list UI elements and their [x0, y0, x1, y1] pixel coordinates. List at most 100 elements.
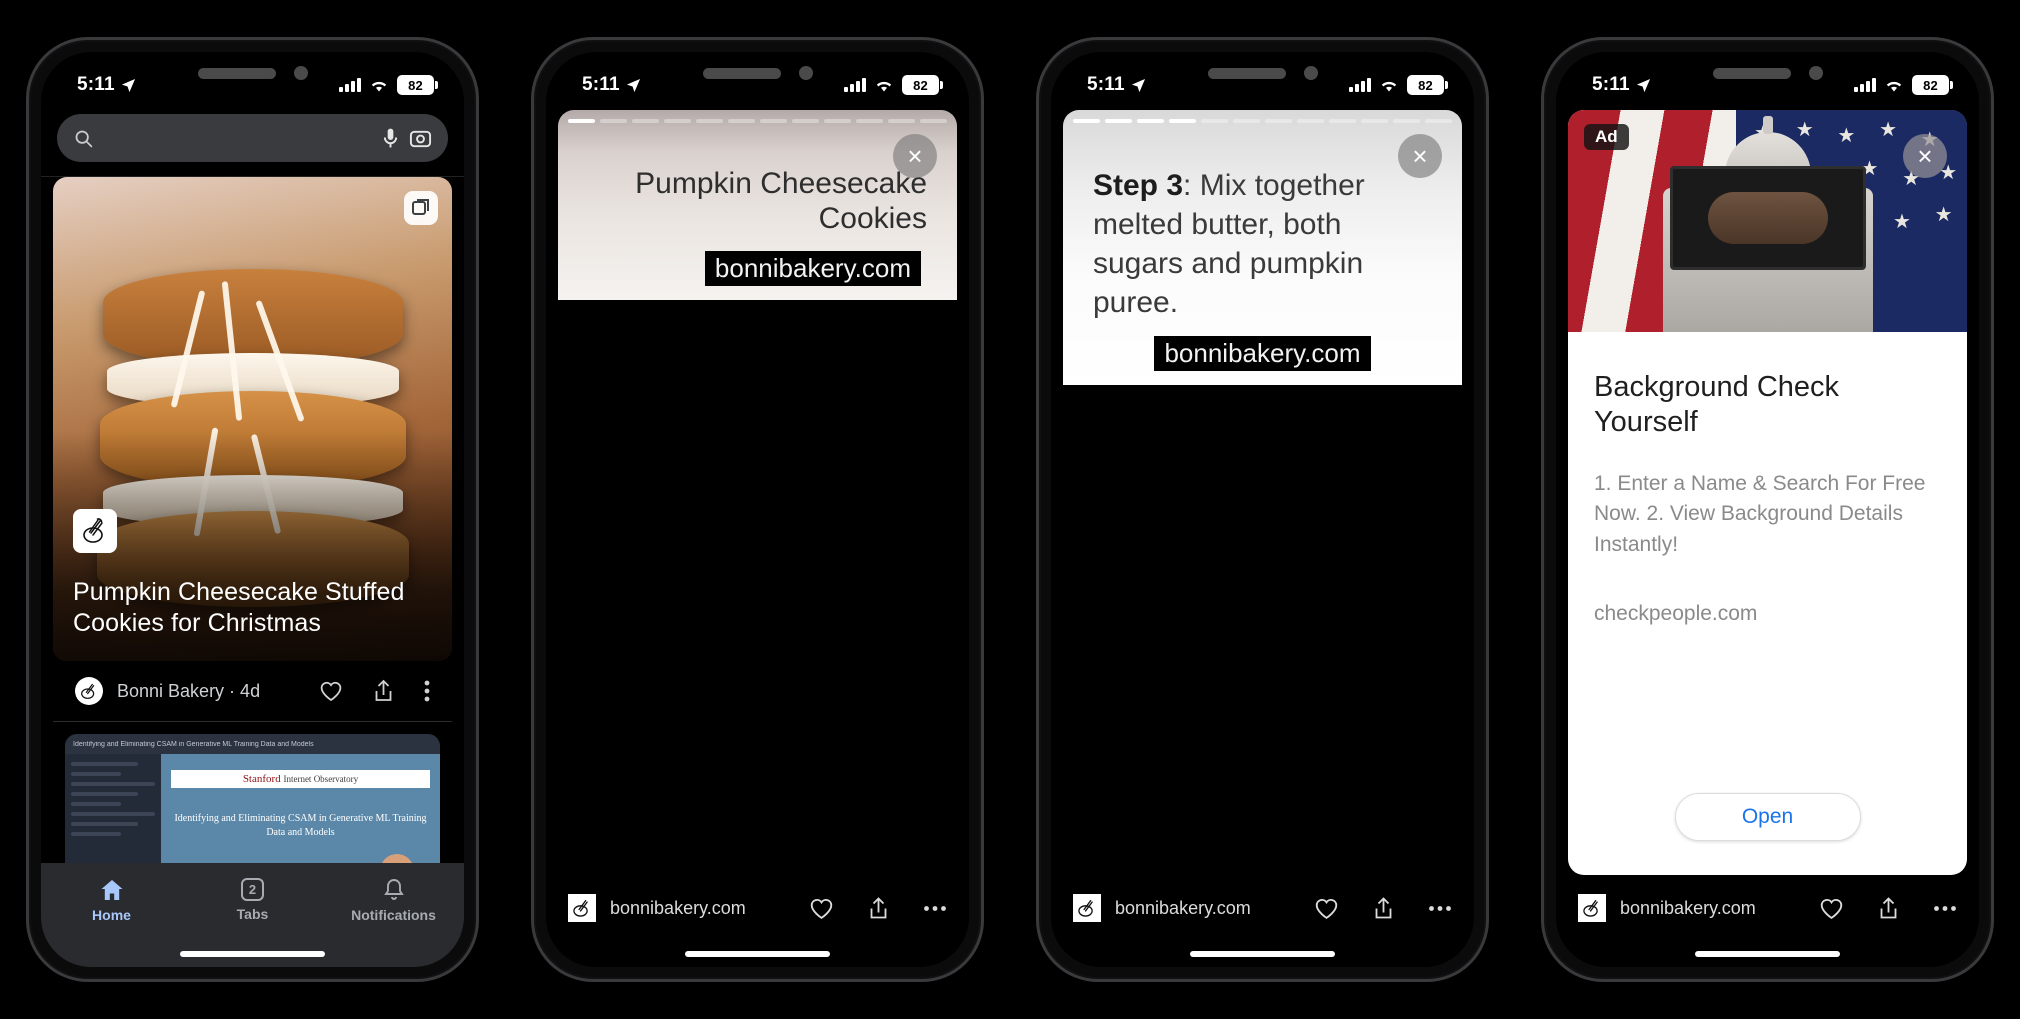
dynamic-island: [1712, 66, 1823, 80]
story-step-label: Step 3: [1093, 169, 1184, 202]
power-button[interactable]: [476, 270, 479, 360]
volume-down-button[interactable]: [26, 322, 29, 378]
camera-lens-icon[interactable]: [409, 127, 432, 150]
divider: [53, 721, 452, 722]
home-indicator[interactable]: [1556, 941, 1979, 967]
slide-brand-name: Stanford: [242, 773, 281, 785]
speaker-slot: [1207, 67, 1286, 79]
status-left: 5:11: [582, 74, 641, 96]
phone-2-web-story-title: 5:11 82 × Pumpkin Cheesecake Cookies bon…: [531, 37, 984, 982]
heart-icon[interactable]: [1314, 897, 1339, 920]
tab-tabs-label: Tabs: [236, 906, 269, 922]
speaker-slot: [702, 67, 781, 79]
ad-card[interactable]: Ad × ★★ ★★ ★★ ★★ ★★ ★★ ★★ ★: [1568, 110, 1967, 875]
status-left: 5:11: [77, 74, 136, 96]
heart-icon[interactable]: [319, 680, 343, 702]
share-icon[interactable]: [1373, 896, 1394, 921]
share-icon[interactable]: [373, 679, 394, 703]
status-bar: 5:11 82: [1556, 52, 1979, 110]
story-site-name: bonnibakery.com: [610, 897, 746, 918]
battery-icon: 82: [1912, 75, 1953, 95]
volume-up-button[interactable]: [531, 250, 534, 306]
discover-feed[interactable]: Pumpkin Cheesecake Stuffed Cookies for C…: [41, 176, 464, 863]
tab-home[interactable]: Home: [41, 878, 182, 923]
close-icon[interactable]: ×: [893, 134, 937, 178]
tab-notifications[interactable]: Notifications: [323, 878, 464, 923]
story-progress-segments[interactable]: [568, 119, 947, 123]
volume-up-button[interactable]: [1541, 250, 1544, 306]
bookmark-collection-icon[interactable]: [404, 191, 438, 225]
share-icon[interactable]: [868, 896, 889, 921]
heart-icon[interactable]: [809, 897, 834, 920]
story-card[interactable]: × Step 3: Mix together melted butter, bo…: [1063, 110, 1462, 875]
whisk-icon: [1073, 894, 1101, 922]
mute-switch[interactable]: [1541, 190, 1544, 222]
story-progress-segments[interactable]: [1073, 119, 1452, 123]
status-time: 5:11: [77, 74, 115, 95]
battery-icon: 82: [397, 75, 438, 95]
story-step-text: Step 3: Mix together melted butter, both…: [1093, 166, 1432, 322]
mute-switch[interactable]: [1036, 190, 1039, 222]
volume-down-button[interactable]: [1036, 322, 1039, 378]
more-vertical-icon[interactable]: [424, 679, 430, 703]
phone-4-screen: 5:11 82 Ad × ★ ★ ★ ★ ★ ★ ★ ★ Background …: [1556, 52, 1979, 967]
search-input[interactable]: [104, 128, 372, 148]
story-card[interactable]: × Pumpkin Cheesecake Cookies bonnibakery…: [558, 110, 957, 875]
tab-tabs[interactable]: 2 Tabs: [182, 878, 323, 922]
more-horizontal-icon[interactable]: [1933, 905, 1957, 912]
close-icon[interactable]: ×: [1398, 134, 1442, 178]
volume-down-button[interactable]: [1541, 322, 1544, 378]
card-meta-row: Bonni Bakery · 4d: [53, 661, 452, 721]
cellular-signal-icon: [1349, 78, 1371, 92]
feed-card[interactable]: Pumpkin Cheesecake Stuffed Cookies for C…: [53, 177, 452, 863]
home-indicator[interactable]: [546, 941, 969, 967]
card-title: Pumpkin Cheesecake Stuffed Cookies for C…: [73, 578, 405, 637]
open-button[interactable]: Open: [1674, 793, 1861, 841]
share-icon[interactable]: [1878, 896, 1899, 921]
status-right: 82: [844, 75, 943, 95]
feed-card-secondary[interactable]: Identifying and Eliminating CSAM in Gene…: [65, 734, 440, 863]
front-camera: [798, 66, 813, 80]
power-button[interactable]: [1486, 270, 1489, 360]
battery-level: 82: [913, 77, 928, 93]
phone-3-screen: 5:11 82 × Step 3: Mix together melted bu…: [1051, 52, 1474, 967]
wifi-icon: [371, 81, 387, 91]
mute-switch[interactable]: [26, 190, 29, 222]
search-icon: [75, 130, 93, 147]
story-url-chip: bonnibakery.com: [1154, 336, 1371, 371]
home-indicator[interactable]: [41, 941, 464, 967]
whisk-icon: [73, 509, 117, 553]
tabs-count-badge: 2: [241, 878, 264, 901]
card-actions: [319, 679, 430, 703]
power-button[interactable]: [981, 270, 984, 360]
slide-title: Identifying and Eliminating CSAM in Gene…: [73, 740, 314, 748]
ad-description: 1. Enter a Name & Search For Free Now. 2…: [1594, 471, 1926, 556]
volume-up-button[interactable]: [26, 250, 29, 306]
status-right: 82: [1854, 75, 1953, 95]
phone-2-screen: 5:11 82 × Pumpkin Cheesecake Cookies bon…: [546, 52, 969, 967]
status-bar: 5:11 82: [546, 52, 969, 110]
card-image[interactable]: Pumpkin Cheesecake Stuffed Cookies for C…: [53, 177, 452, 661]
heart-icon[interactable]: [1819, 897, 1844, 920]
volume-up-button[interactable]: [1036, 250, 1039, 306]
home-indicator[interactable]: [1051, 941, 1474, 967]
more-horizontal-icon[interactable]: [923, 905, 947, 912]
location-arrow-icon: [1131, 78, 1145, 92]
story-action-bar: bonnibakery.com: [546, 875, 969, 941]
battery-icon: 82: [1407, 75, 1448, 95]
more-horizontal-icon[interactable]: [1428, 905, 1452, 912]
volume-down-button[interactable]: [531, 322, 534, 378]
close-icon[interactable]: ×: [1903, 134, 1947, 178]
ad-badge: Ad: [1584, 124, 1629, 150]
power-button[interactable]: [1991, 270, 1994, 360]
front-camera: [1808, 66, 1823, 80]
slide-brand: Stanford Internet Observatory: [171, 770, 430, 788]
mute-switch[interactable]: [531, 190, 534, 222]
status-time: 5:11: [1087, 74, 1125, 95]
status-left: 5:11: [1592, 74, 1651, 96]
speaker-slot: [1712, 67, 1791, 79]
whisk-icon: [1578, 894, 1606, 922]
search-bar[interactable]: [57, 114, 448, 162]
presenter-thumbnail: [380, 854, 414, 863]
microphone-icon[interactable]: [382, 127, 399, 150]
